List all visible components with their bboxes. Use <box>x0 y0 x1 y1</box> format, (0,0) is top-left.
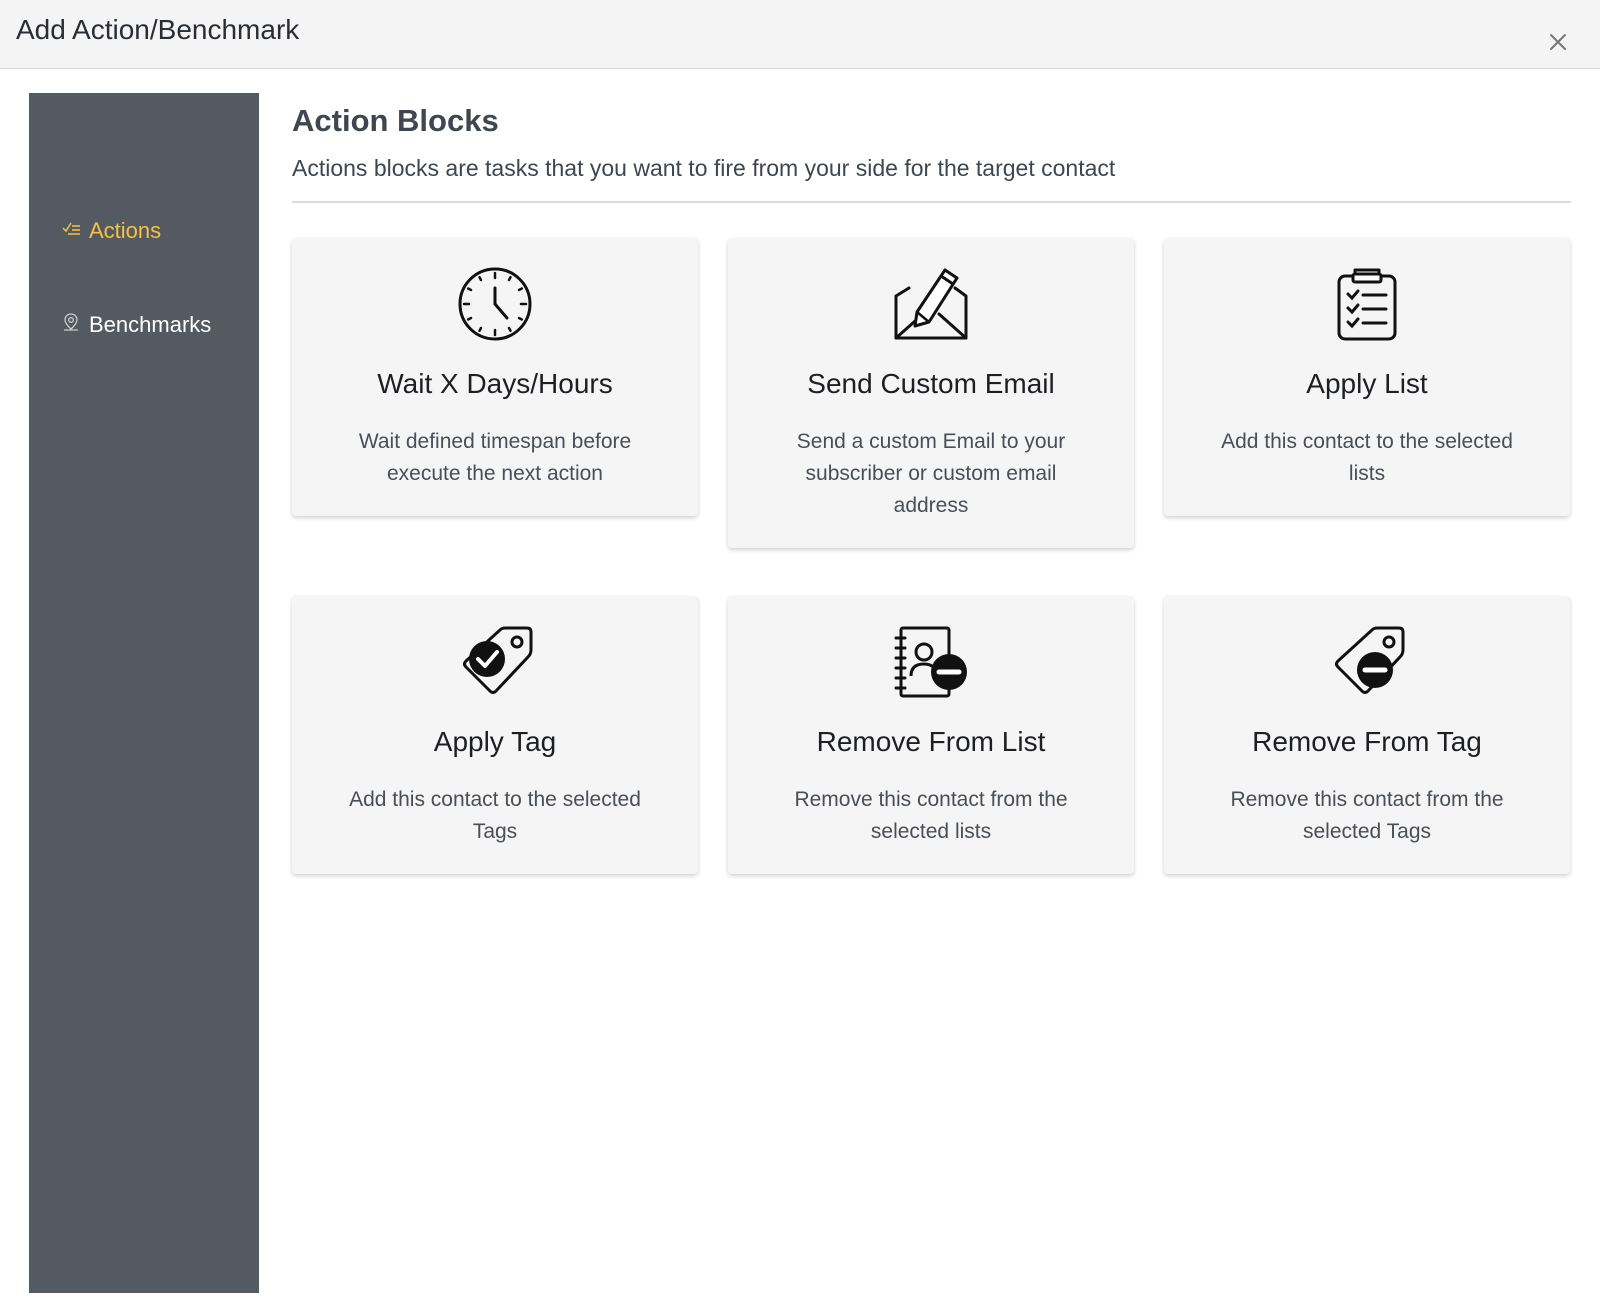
modal-header: Add Action/Benchmark <box>0 0 1600 69</box>
modal-title: Add Action/Benchmark <box>16 14 300 45</box>
action-card-wait[interactable]: Wait X Days/Hours Wait defined timespan … <box>292 238 698 516</box>
map-pin-icon <box>61 312 81 338</box>
sidebar-item-actions[interactable]: Actions <box>61 211 161 251</box>
card-description: Wait defined timespan before execute the… <box>358 430 632 485</box>
card-title: Send Custom Email <box>807 368 1055 399</box>
card-title: Remove From List <box>816 726 1046 757</box>
card-title: Apply List <box>1306 368 1428 399</box>
divider <box>292 201 1571 203</box>
card-description: Remove this contact from the selected li… <box>794 788 1068 843</box>
tag-minus-icon <box>1329 624 1405 700</box>
tag-check-icon <box>457 624 533 700</box>
action-card-apply-tag[interactable]: Apply Tag Add this contact to the select… <box>292 596 698 874</box>
page-title: Action Blocks <box>292 103 499 138</box>
sidebar-item-benchmarks[interactable]: Benchmarks <box>61 305 211 345</box>
card-description: Add this contact to the selected lists <box>1221 430 1513 485</box>
page-description: Actions blocks are tasks that you want t… <box>292 155 1116 181</box>
checklist-icon <box>61 218 81 244</box>
action-card-remove-from-tag[interactable]: Remove From Tag Remove this contact from… <box>1164 596 1570 874</box>
card-description: Add this contact to the selected Tags <box>349 788 641 843</box>
sidebar-item-label: Benchmarks <box>89 312 212 337</box>
action-card-send-email[interactable]: Send Custom Email Send a custom Email to… <box>728 238 1134 548</box>
card-description: Send a custom Email to your subscriber o… <box>796 430 1066 517</box>
address-book-minus-icon <box>893 624 969 700</box>
clock-icon <box>457 266 533 342</box>
card-title: Remove From Tag <box>1252 726 1482 757</box>
close-icon[interactable] <box>1544 28 1572 56</box>
action-card-apply-list[interactable]: Apply List Add this contact to the selec… <box>1164 238 1570 516</box>
sidebar-item-label: Actions <box>89 218 162 243</box>
clipboard-checklist-icon <box>1329 266 1405 342</box>
card-title: Apply Tag <box>433 726 557 757</box>
card-description: Remove this contact from the selected Ta… <box>1230 788 1504 843</box>
email-edit-icon <box>893 266 969 342</box>
action-card-remove-from-list[interactable]: Remove From List Remove this contact fro… <box>728 596 1134 874</box>
sidebar: Actions Benchmarks <box>29 93 259 1293</box>
card-title: Wait X Days/Hours <box>377 368 613 399</box>
add-action-benchmark-modal: Add Action/Benchmark Actions Benchmarks … <box>0 0 1600 1315</box>
